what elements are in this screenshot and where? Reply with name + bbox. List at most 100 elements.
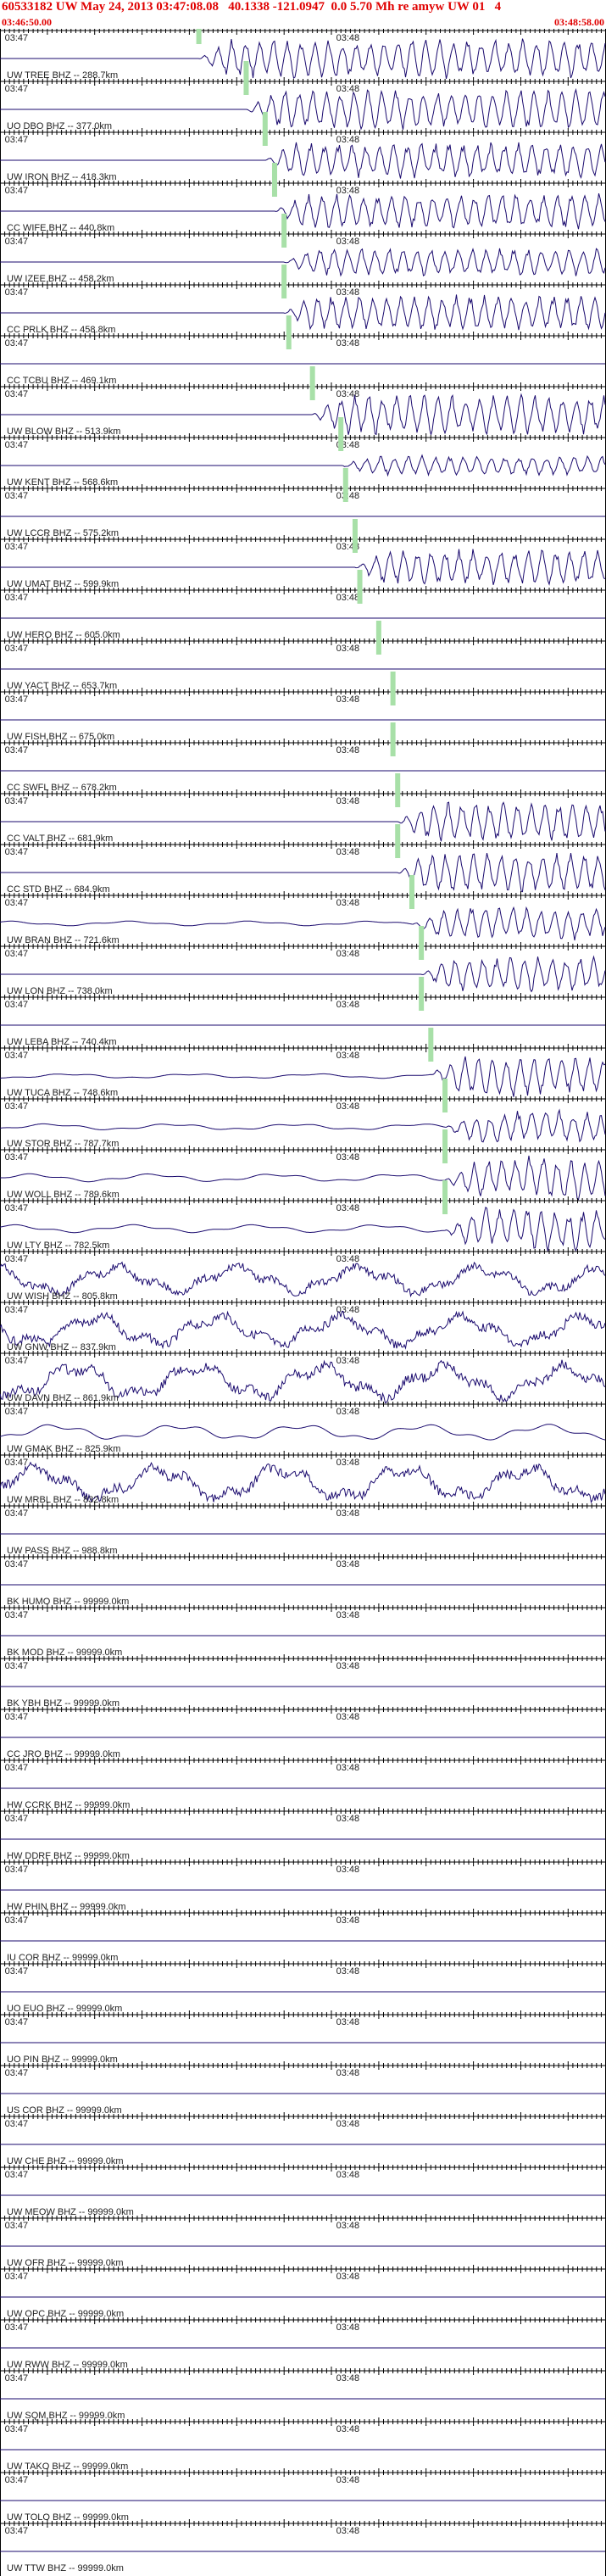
tick-label: 03:48	[336, 338, 360, 348]
tick-label: 03:47	[5, 2221, 29, 2231]
p-pick-marker	[271, 163, 277, 197]
p-pick-marker	[375, 621, 381, 655]
tick-label: 03:48	[336, 186, 360, 196]
p-pick-marker	[395, 773, 401, 807]
station-label: UW TAKO BHZ -- 99999.0km	[7, 2462, 128, 2472]
tick-label: 03:47	[5, 491, 29, 501]
tick-label: 03:47	[5, 84, 29, 94]
tick-label: 03:47	[5, 1915, 29, 1926]
event-title: 60533182 UW May 24, 2013 03:47:08.08 40.…	[2, 0, 502, 14]
station-label: UW SQM BHZ -- 99999.0km	[7, 2411, 125, 2421]
station-label: UO DBO BHZ -- 377.0km	[7, 121, 112, 131]
station-label: UW LON BHZ -- 738.0km	[7, 986, 113, 996]
tick-label: 03:47	[5, 796, 29, 806]
tick-label: 03:48	[336, 2068, 360, 2078]
tick-label: 03:47	[5, 593, 29, 603]
tick-label: 03:47	[5, 33, 29, 43]
station-label: BK HUMO BHZ -- 99999.0km	[7, 1597, 129, 1607]
station-label: UO EUO BHZ -- 99999.0km	[7, 2004, 122, 2014]
tick-label: 03:48	[336, 135, 360, 145]
p-pick-marker	[281, 214, 287, 248]
station-label: BK MOD BHZ -- 99999.0km	[7, 1648, 122, 1658]
tick-label: 03:48	[336, 593, 360, 603]
p-pick-marker	[243, 61, 249, 95]
tick-label: 03:47	[5, 1000, 29, 1010]
tick-label: 03:48	[336, 2424, 360, 2434]
tick-label: 03:47	[5, 135, 29, 145]
p-pick-marker	[395, 824, 401, 858]
tick-label: 03:47	[5, 1610, 29, 1620]
station-label: UW LTY BHZ -- 782.5km	[7, 1241, 109, 1251]
tick-label: 03:47	[5, 389, 29, 399]
tick-label: 03:48	[336, 1356, 360, 1366]
p-pick-marker	[262, 112, 268, 146]
tick-label: 03:47	[5, 1661, 29, 1671]
tick-label: 03:48	[336, 1458, 360, 1468]
p-pick-marker	[281, 265, 287, 298]
station-label: UW CHE BHZ -- 99999.0km	[7, 2156, 124, 2166]
tick-label: 03:48	[336, 389, 360, 399]
tick-label: 03:47	[5, 1966, 29, 1977]
p-pick-marker	[390, 672, 396, 705]
p-pick-marker	[442, 1180, 448, 1214]
p-pick-marker	[338, 417, 344, 451]
tick-label: 03:47	[5, 1203, 29, 1213]
tick-label: 03:47	[5, 2424, 29, 2434]
tick-label: 03:47	[5, 1152, 29, 1163]
end-time: 03:48:58.00	[554, 16, 604, 28]
tick-label: 03:48	[336, 796, 360, 806]
tick-label: 03:47	[5, 694, 29, 705]
p-pick-marker	[428, 1028, 434, 1062]
p-pick-marker	[309, 366, 315, 400]
p-pick-marker	[419, 977, 425, 1011]
tick-label: 03:48	[336, 287, 360, 298]
waveform-trace	[0, 1108, 606, 1143]
p-pick-marker	[409, 875, 414, 909]
tick-label: 03:47	[5, 1763, 29, 1773]
tick-label: 03:47	[5, 2322, 29, 2333]
p-pick-marker	[390, 722, 396, 756]
tick-label: 03:48	[336, 1915, 360, 1926]
tick-label: 03:48	[336, 1000, 360, 1010]
p-pick-marker	[357, 570, 363, 604]
tick-label: 03:48	[336, 1712, 360, 1722]
tick-label: 03:47	[5, 1814, 29, 1824]
tick-label: 03:47	[5, 1356, 29, 1366]
tick-label: 03:48	[336, 2170, 360, 2180]
tick-label: 03:48	[336, 1661, 360, 1671]
station-label: UW OPC BHZ -- 99999.0km	[7, 2309, 124, 2319]
tick-label: 03:48	[336, 1254, 360, 1264]
tick-label: 03:47	[5, 1458, 29, 1468]
record-header: 60533182 UW May 24, 2013 03:47:08.08 40.…	[0, 0, 606, 29]
tick-label: 03:48	[336, 237, 360, 247]
tick-label: 03:48	[336, 1865, 360, 1875]
tick-label: 03:47	[5, 542, 29, 552]
station-label: CC VALT BHZ -- 681.9km	[7, 834, 113, 844]
tick-label: 03:48	[336, 949, 360, 959]
waveform-trace	[0, 454, 606, 477]
tick-label: 03:47	[5, 287, 29, 298]
tick-label: 03:48	[336, 1101, 360, 1112]
tick-label: 03:47	[5, 2272, 29, 2282]
station-label: UW TOLO BHZ -- 99999.0km	[7, 2512, 129, 2523]
tick-label: 03:47	[5, 1305, 29, 1315]
tick-label: 03:48	[336, 745, 360, 756]
tick-label: 03:47	[5, 1101, 29, 1112]
tick-label: 03:48	[336, 1203, 360, 1213]
station-label: UW IZEE BHZ -- 458.2km	[7, 274, 114, 284]
tick-label: 03:47	[5, 847, 29, 857]
p-pick-marker	[352, 519, 358, 553]
tick-label: 03:47	[5, 1865, 29, 1875]
start-time: 03:46:50.00	[2, 16, 52, 28]
tick-label: 03:47	[5, 1051, 29, 1061]
axis-ticks	[0, 29, 606, 35]
tick-label: 03:47	[5, 1254, 29, 1264]
tick-label: 03:47	[5, 2017, 29, 2027]
tick-label: 03:48	[336, 1559, 360, 1570]
tick-label: 03:48	[336, 84, 360, 94]
tick-label: 03:48	[336, 1966, 360, 1977]
p-pick-marker	[419, 926, 425, 960]
tick-label: 03:47	[5, 338, 29, 348]
tick-label: 03:47	[5, 1712, 29, 1722]
tick-label: 03:48	[336, 2221, 360, 2231]
